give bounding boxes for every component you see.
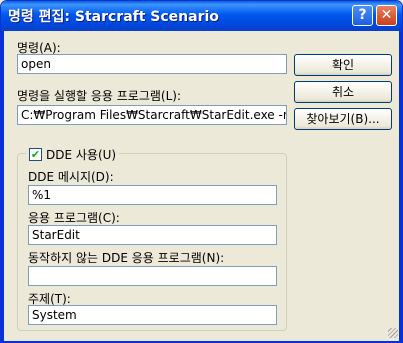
window-frame-left <box>1 31 4 342</box>
dde-message-label: DDE 메시지(D): <box>28 170 114 184</box>
browse-button[interactable]: 찾아보기(B)... <box>294 108 392 130</box>
dde-application-label: 응용 프로그램(C): <box>28 211 120 225</box>
edit-command-dialog: 명령 편집: Starcraft Scenario ? ✕ 명령(A): ope… <box>0 0 403 343</box>
resize-grip[interactable] <box>388 328 398 338</box>
dde-checkbox[interactable]: ✔ <box>29 148 42 161</box>
title-bar[interactable]: 명령 편집: Starcraft Scenario ? ✕ <box>1 1 402 31</box>
window-title: 명령 편집: Starcraft Scenario <box>8 9 219 25</box>
dde-not-running-input[interactable] <box>28 266 277 286</box>
dde-not-running-label: 동작하지 않는 DDE 응용 프로그램(N): <box>28 251 225 265</box>
cancel-button[interactable]: 취소 <box>294 81 392 103</box>
dde-message-input[interactable]: %1 <box>28 185 277 205</box>
application-path-input[interactable]: C:₩Program Files₩Starcraft₩StarEdit.exe … <box>17 105 287 125</box>
application-path-label: 명령을 실행할 응용 프로그램(L): <box>17 89 182 103</box>
dde-topic-input[interactable]: System <box>28 305 277 325</box>
dde-application-input[interactable]: StarEdit <box>28 225 277 245</box>
dde-checkbox-label: DDE 사용(U) <box>46 148 117 162</box>
ok-button[interactable]: 확인 <box>294 54 392 76</box>
help-button[interactable]: ? <box>352 5 373 26</box>
command-input[interactable]: open <box>17 54 287 74</box>
dde-checkbox-row[interactable]: ✔ DDE 사용(U) <box>26 146 120 163</box>
close-button[interactable]: ✕ <box>376 5 397 26</box>
window-frame-right <box>399 31 402 342</box>
